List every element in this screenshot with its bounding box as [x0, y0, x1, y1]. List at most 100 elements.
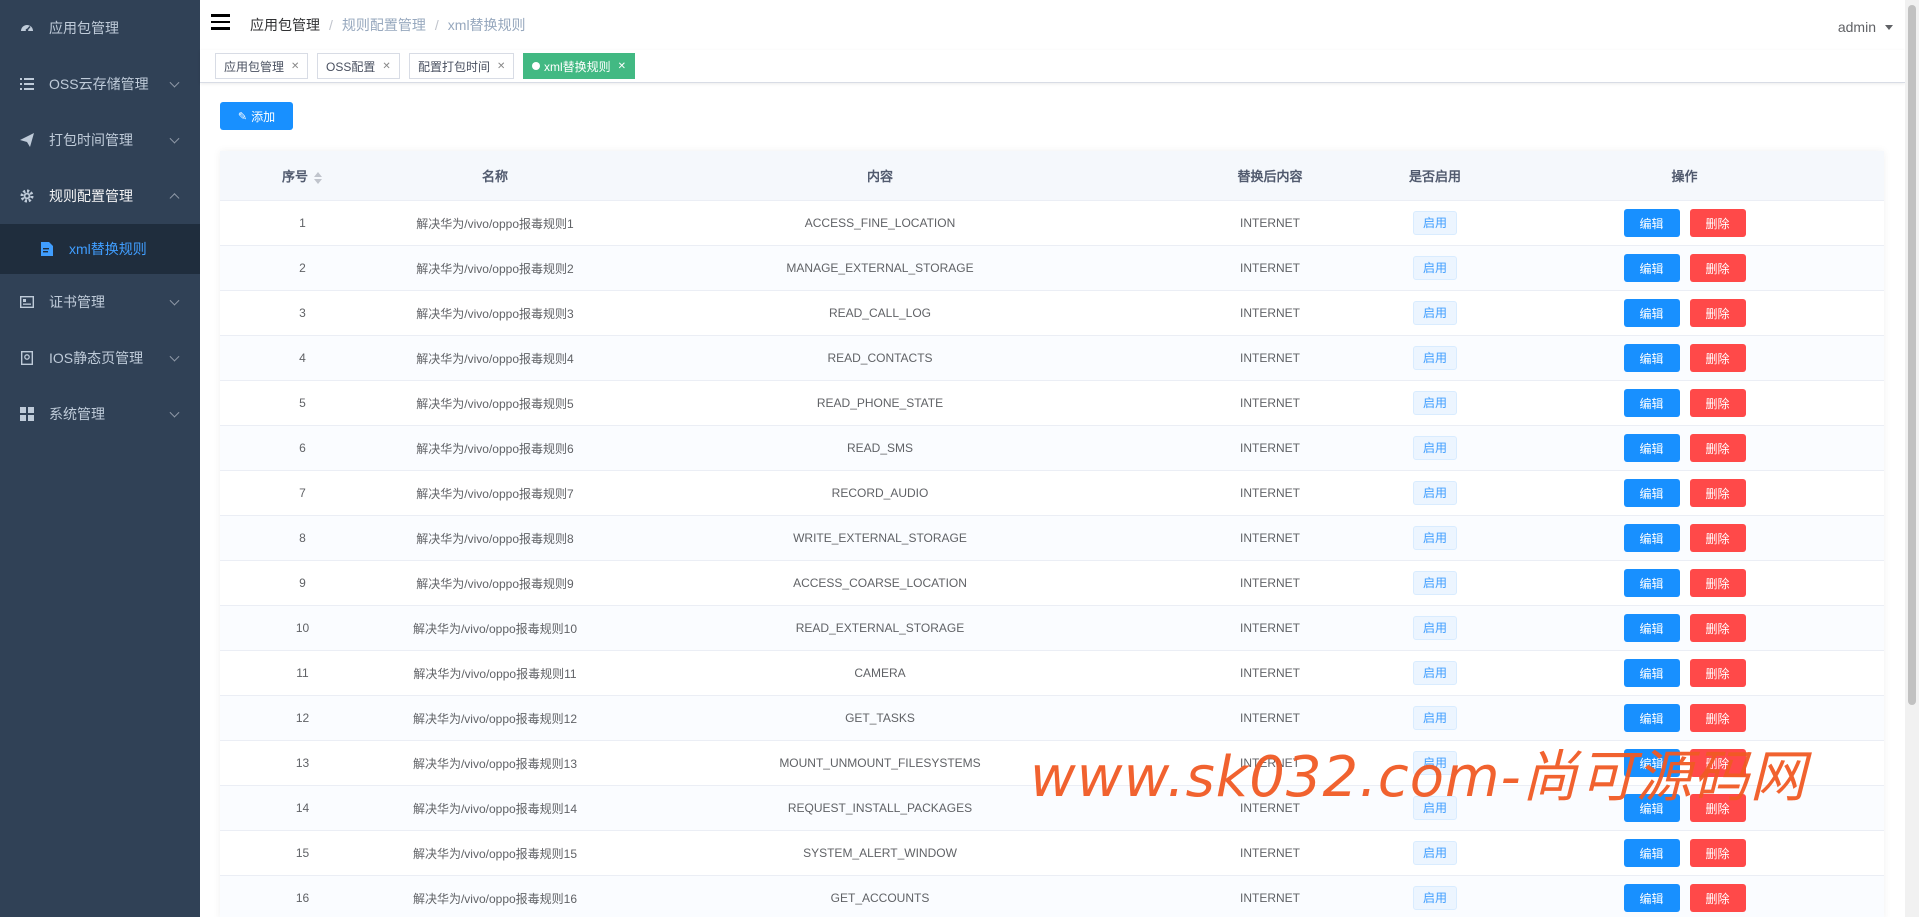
delete-button[interactable]: 删除 [1689, 614, 1746, 642]
table-row: 1 解决华为/vivo/oppo报毒规则1 ACCESS_FINE_LOCATION… [220, 201, 1884, 246]
edit-button[interactable]: 编辑 [1623, 254, 1680, 282]
delete-button[interactable]: 删除 [1689, 704, 1746, 732]
cell-no: 9 [299, 576, 306, 590]
cell-no: 6 [299, 441, 306, 455]
edit-button[interactable]: 编辑 [1623, 434, 1680, 462]
delete-button[interactable]: 删除 [1689, 434, 1746, 462]
tag-xml-rule[interactable]: xml替换规则 ✕ [523, 53, 636, 79]
close-icon[interactable]: ✕ [618, 61, 626, 72]
table-row: 9 解决华为/vivo/oppo报毒规则9 ACCESS_COARSE_LOCATI… [220, 561, 1884, 606]
cell-content: SYSTEM_ALERT_WINDOW [803, 846, 957, 860]
add-button[interactable]: ✎ 添加 [220, 102, 293, 130]
cell-enabled: 启用 [1385, 841, 1485, 865]
cell-replacement: INTERNET [1240, 261, 1300, 275]
tag-oss-config[interactable]: OSS配置 ✕ [317, 53, 400, 79]
cell-enabled: 启用 [1385, 886, 1485, 910]
cell-content: ACCESS_COARSE_LOCATION [793, 576, 967, 590]
delete-button[interactable]: 删除 [1689, 569, 1746, 597]
delete-button[interactable]: 删除 [1689, 254, 1746, 282]
delete-button[interactable]: 删除 [1689, 884, 1746, 912]
navbar: 应用包管理 / 规则配置管理 / xml替换规则 admin [200, 0, 1919, 50]
cell-no: 11 [296, 666, 309, 680]
breadcrumb-item: 规则配置管理 [341, 17, 426, 33]
status-badge: 启用 [1412, 571, 1457, 595]
cell-content: GET_TASKS [845, 711, 915, 725]
delete-button[interactable]: 删除 [1689, 524, 1746, 552]
cell-content: ACCESS_FINE_LOCATION [804, 216, 956, 230]
delete-button[interactable]: 删除 [1689, 479, 1746, 507]
close-icon[interactable]: ✕ [497, 61, 505, 72]
sidebar: 应用包管理 OSS云存储管理 打包时间管理 规则配置管理 xml替换规则 证书管… [0, 0, 200, 917]
edit-button[interactable]: 编辑 [1623, 884, 1680, 912]
user-dropdown[interactable]: admin [1838, 19, 1893, 35]
sidebar-item-ios-static[interactable]: IOS静态页管理 [0, 330, 200, 386]
cell-actions: 编辑 删除 [1485, 659, 1884, 687]
sidebar-item-app-package[interactable]: 应用包管理 [0, 0, 200, 56]
chevron-down-icon [169, 77, 180, 88]
edit-button[interactable]: 编辑 [1623, 569, 1680, 597]
close-icon[interactable]: ✕ [291, 61, 299, 72]
cell-enabled: 启用 [1385, 616, 1485, 640]
delete-button[interactable]: 删除 [1689, 839, 1746, 867]
delete-button[interactable]: 删除 [1689, 209, 1746, 237]
sort-icon[interactable] [313, 171, 323, 185]
cell-replacement: INTERNET [1240, 666, 1300, 680]
scrollbar-thumb[interactable] [1908, 5, 1916, 705]
table-row: 4 解决华为/vivo/oppo报毒规则4 READ_CONTACTS INTERNE… [220, 336, 1884, 381]
cell-name: 解决华为/vivo/oppo报毒规则1 [416, 216, 574, 231]
cell-enabled: 启用 [1385, 436, 1485, 460]
edit-button[interactable]: 编辑 [1623, 479, 1680, 507]
delete-button[interactable]: 删除 [1689, 344, 1746, 372]
sidebar-item-system[interactable]: 系统管理 [0, 386, 200, 442]
breadcrumb-item: xml替换规则 [447, 17, 526, 33]
cell-no: 1 [299, 216, 306, 230]
delete-button[interactable]: 删除 [1689, 659, 1746, 687]
table-header: 序号 名称 内容 替换后内容 是否启用 操作 [220, 151, 1884, 201]
column-header-no[interactable]: 序号 [220, 166, 385, 185]
sidebar-item-oss[interactable]: OSS云存储管理 [0, 56, 200, 112]
cell-no: 10 [295, 621, 310, 635]
cell-enabled: 启用 [1385, 661, 1485, 685]
cell-name: 解决华为/vivo/oppo报毒规则11 [413, 666, 577, 681]
sidebar-item-certificate[interactable]: 证书管理 [0, 274, 200, 330]
cell-replacement: INTERNET [1240, 531, 1300, 545]
delete-button[interactable]: 删除 [1689, 389, 1746, 417]
cell-enabled: 启用 [1385, 301, 1485, 325]
username: admin [1837, 19, 1876, 35]
cell-actions: 编辑 删除 [1485, 704, 1884, 732]
cell-replacement: INTERNET [1240, 351, 1300, 365]
close-icon[interactable]: ✕ [382, 61, 390, 72]
page-scrollbar[interactable] [1905, 0, 1919, 917]
submenu-rule-config: xml替换规则 [0, 224, 200, 274]
column-header-actions: 操作 [1671, 169, 1698, 184]
hamburger-menu-icon[interactable] [211, 14, 230, 30]
edit-button[interactable]: 编辑 [1623, 704, 1680, 732]
edit-button[interactable]: 编辑 [1623, 299, 1680, 327]
sidebar-item-packaging-time[interactable]: 打包时间管理 [0, 112, 200, 168]
cell-name: 解决华为/vivo/oppo报毒规则9 [416, 576, 574, 591]
cell-content: GET_ACCOUNTS [830, 891, 930, 905]
cell-enabled: 启用 [1385, 256, 1485, 280]
table-row: 16 解决华为/vivo/oppo报毒规则16 GET_ACCOUNTS INTERN… [220, 876, 1884, 917]
cell-actions: 编辑 删除 [1485, 524, 1884, 552]
watermark: www.sk032.com-尚可源码网 [1030, 745, 1807, 810]
edit-button[interactable]: 编辑 [1623, 524, 1680, 552]
delete-button[interactable]: 删除 [1689, 299, 1746, 327]
sidebar-subitem-xml-rule[interactable]: xml替换规则 [0, 224, 200, 274]
sidebar-item-rule-config[interactable]: 规则配置管理 [0, 168, 200, 224]
tag-packaging-time[interactable]: 配置打包时间 ✕ [409, 53, 515, 79]
edit-button[interactable]: 编辑 [1623, 659, 1680, 687]
cell-replacement: INTERNET [1240, 441, 1300, 455]
cell-enabled: 启用 [1385, 391, 1485, 415]
edit-button[interactable]: 编辑 [1623, 209, 1680, 237]
edit-button[interactable]: 编辑 [1623, 614, 1680, 642]
status-badge: 启用 [1412, 616, 1457, 640]
breadcrumb-item[interactable]: 应用包管理 [250, 15, 320, 35]
edit-button[interactable]: 编辑 [1623, 389, 1680, 417]
edit-button[interactable]: 编辑 [1623, 839, 1680, 867]
list-icon [20, 77, 34, 91]
cell-no: 13 [295, 756, 310, 770]
cell-replacement: INTERNET [1240, 576, 1300, 590]
edit-button[interactable]: 编辑 [1623, 344, 1680, 372]
tag-app-package[interactable]: 应用包管理 ✕ [215, 53, 309, 79]
